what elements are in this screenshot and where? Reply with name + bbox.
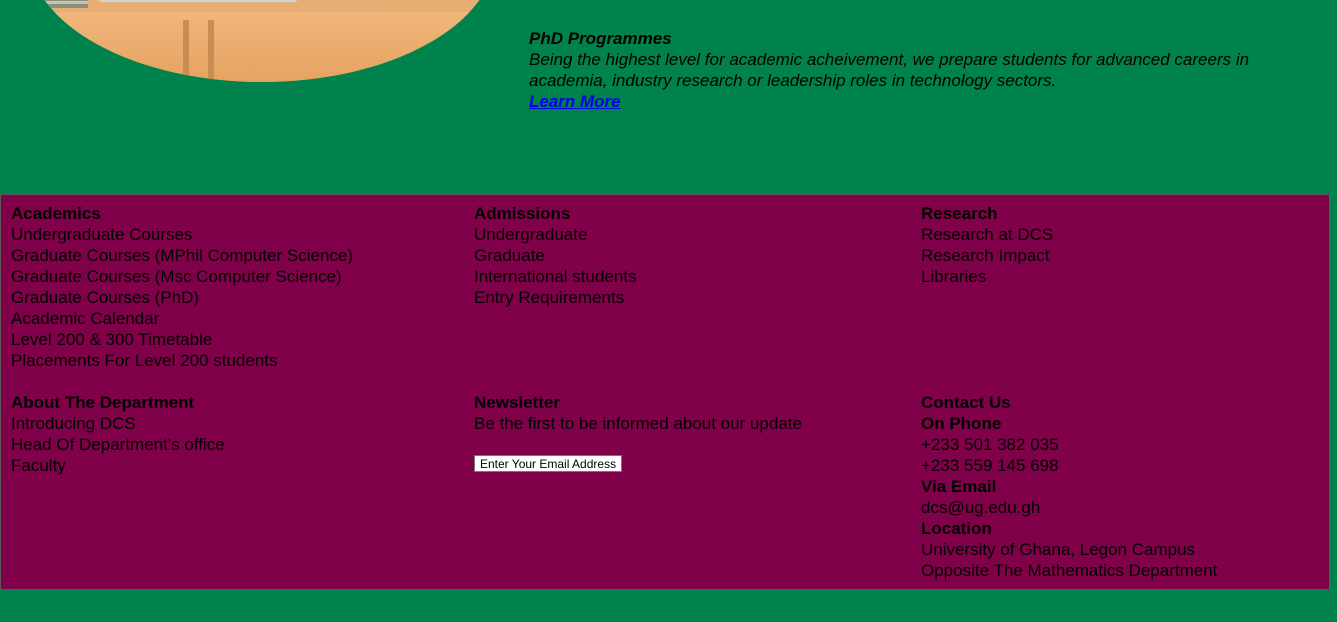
footer-link-faculty[interactable]: Faculty	[11, 455, 225, 476]
academics-heading: Academics	[11, 204, 101, 223]
newsletter-email-input[interactable]	[474, 455, 622, 472]
footer-link-placements[interactable]: Placements For Level 200 students	[11, 350, 353, 371]
about-heading: About The Department	[11, 393, 195, 412]
footer-link-hod-office[interactable]: Head Of Department's office	[11, 434, 225, 455]
contact-heading: Contact Us	[921, 393, 1011, 412]
books-image-part	[38, 0, 88, 8]
footer-link-entry-requirements[interactable]: Entry Requirements	[474, 287, 637, 308]
newsletter-column: Newsletter Be the first to be informed a…	[474, 392, 802, 472]
footer-link-research-at-dcs[interactable]: Research at DCS	[921, 224, 1053, 245]
section-title: PhD Programmes	[529, 29, 672, 48]
admissions-heading: Admissions	[474, 204, 571, 223]
email-heading: Via Email	[921, 477, 997, 496]
footer-link-introducing-dcs[interactable]: Introducing DCS	[11, 413, 225, 434]
newsletter-heading: Newsletter	[474, 393, 560, 412]
research-heading: Research	[921, 204, 998, 223]
location-line: University of Ghana, Legon Campus	[921, 540, 1196, 559]
section-description: Being the highest level for academic ach…	[529, 50, 1250, 90]
location-line: Opposite The Mathematics Department	[921, 561, 1218, 580]
newsletter-text: Be the first to be informed about our up…	[474, 414, 802, 433]
learn-more-link[interactable]: Learn More	[529, 92, 621, 111]
contact-email: dcs@ug.edu.gh	[921, 498, 1041, 517]
footer-link-undergraduate[interactable]: Undergraduate	[474, 224, 637, 245]
about-column: About The Department Introducing DCS Hea…	[11, 392, 225, 476]
location-heading: Location	[921, 519, 992, 538]
footer-link-graduate-courses-mphil[interactable]: Graduate Courses (MPhil Computer Science…	[11, 245, 353, 266]
phone-number: +233 501 382 035	[921, 435, 1059, 454]
footer-link-academic-calendar[interactable]: Academic Calendar	[11, 308, 353, 329]
footer-link-undergraduate-courses[interactable]: Undergraduate Courses	[11, 224, 353, 245]
footer: Academics Undergraduate Courses Graduate…	[0, 194, 1330, 590]
footer-link-graduate[interactable]: Graduate	[474, 245, 637, 266]
phone-number: +233 559 145 698	[921, 456, 1059, 475]
laptop-image-part	[98, 0, 298, 2]
desk-image-part	[28, 12, 496, 82]
footer-link-libraries[interactable]: Libraries	[921, 266, 1053, 287]
research-column: Research Research at DCS Research Impact…	[921, 203, 1053, 287]
footer-link-graduate-courses-phd[interactable]: Graduate Courses (PhD)	[11, 287, 353, 308]
academics-column: Academics Undergraduate Courses Graduate…	[11, 203, 353, 371]
footer-link-timetable[interactable]: Level 200 & 300 Timetable	[11, 329, 353, 350]
hero-image	[28, 0, 496, 82]
admissions-column: Admissions Undergraduate Graduate Intern…	[474, 203, 637, 308]
desk-leg	[183, 20, 189, 82]
contact-column: Contact Us On Phone +233 501 382 035 +23…	[921, 392, 1217, 581]
desk-leg	[208, 20, 214, 82]
page: PhD Programmes Being the highest level f…	[0, 0, 1337, 622]
phone-heading: On Phone	[921, 414, 1002, 433]
phd-programmes-section: PhD Programmes Being the highest level f…	[529, 28, 1319, 112]
footer-link-graduate-courses-msc[interactable]: Graduate Courses (Msc Computer Science)	[11, 266, 353, 287]
footer-link-international-students[interactable]: International students	[474, 266, 637, 287]
footer-link-research-impact[interactable]: Research Impact	[921, 245, 1053, 266]
